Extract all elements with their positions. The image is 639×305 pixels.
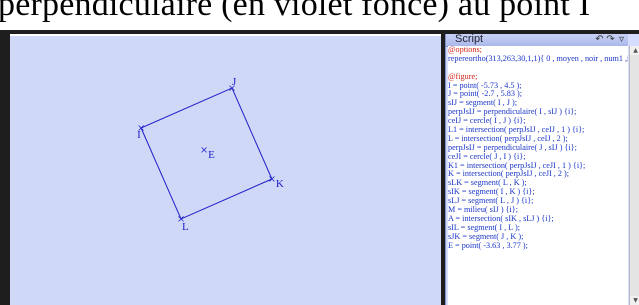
segment-JK[interactable] xyxy=(231,87,273,180)
script-scrollbar[interactable]: ▲ ▼ xyxy=(629,46,639,305)
point-E-label: E xyxy=(208,149,215,161)
script-panel: Script ↶ ↷ ▿ @options; repereortho(313,2… xyxy=(445,33,639,305)
point-K-label: K xyxy=(276,178,284,190)
heading-text: perpendiculaire (en violet foncé) au poi… xyxy=(0,0,591,23)
menu-icon[interactable]: ▿ xyxy=(616,34,627,45)
scroll-down-icon[interactable]: ▼ xyxy=(630,296,639,305)
script-editor[interactable]: @options; repereortho(313,263,30,1,1){ 0… xyxy=(448,46,628,305)
undo-icon[interactable]: ↶ xyxy=(594,34,605,45)
scroll-up-icon[interactable]: ▲ xyxy=(630,46,639,55)
figure-svg[interactable]: I J K L E xyxy=(10,34,441,305)
geometry-app: I J K L E Script ↶ ↷ ▿ @options; repereortho… xyxy=(0,30,639,305)
point-L-label: L xyxy=(182,221,189,233)
segment-KL[interactable] xyxy=(180,178,273,220)
point-K-marker[interactable] xyxy=(269,176,275,182)
script-title: Script xyxy=(455,33,484,45)
script-line: repereortho(313,263,30,1,1){ 0 , moyen ,… xyxy=(448,53,628,63)
point-I-label: I xyxy=(137,129,141,141)
script-line: E = point( -3.63 , 3.77 ); xyxy=(448,240,528,250)
point-E-marker[interactable] xyxy=(201,147,207,153)
page-heading-strip: perpendiculaire (en violet foncé) au poi… xyxy=(0,0,639,30)
redo-icon[interactable]: ↷ xyxy=(605,34,616,45)
figure-canvas[interactable]: I J K L E xyxy=(10,34,441,305)
segment-IJ[interactable] xyxy=(140,87,233,129)
point-J-label: J xyxy=(232,76,237,88)
segment-LI[interactable] xyxy=(140,127,182,220)
